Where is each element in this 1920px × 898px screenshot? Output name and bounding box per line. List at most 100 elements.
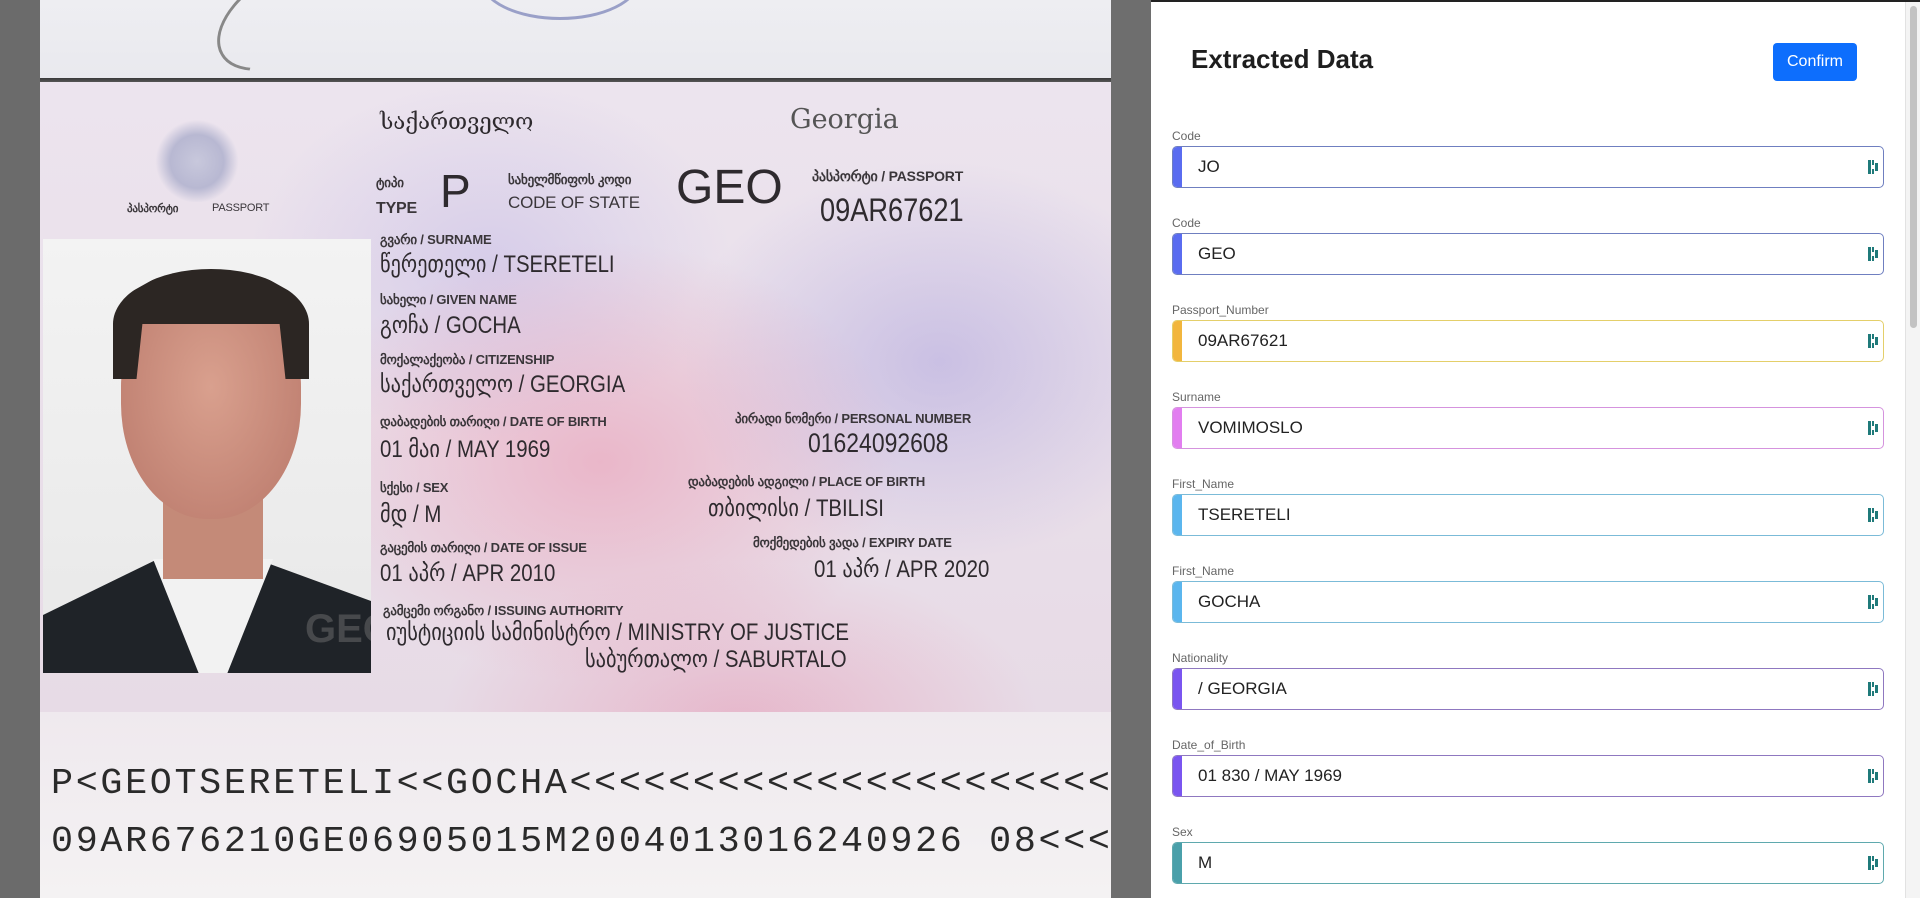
field-input[interactable]: 09AR67621 [1198, 321, 1838, 361]
field-color-bar [1173, 582, 1182, 622]
personal-number-label: პირადი ნომერი / PERSONAL NUMBER [735, 411, 972, 426]
given-name-label: სახელი / GIVEN NAME [380, 292, 517, 307]
field-input[interactable]: TSERETELI [1198, 495, 1838, 535]
sex-value: მდ / M [380, 501, 442, 528]
field-box: M [1172, 842, 1884, 884]
text-scan-icon[interactable] [1868, 508, 1878, 522]
field-first_name: First_Name TSERETELI [1172, 477, 1884, 536]
code-of-state-value: GEO [676, 161, 783, 214]
text-scan-icon[interactable] [1868, 856, 1878, 870]
field-date_of_birth: Date_of_Birth 01 830 / MAY 1969 [1172, 738, 1884, 797]
field-passport_number: Passport_Number 09AR67621 [1172, 303, 1884, 362]
surname-value: წერეთელი / TSERETELI [380, 251, 615, 278]
field-color-bar [1173, 756, 1182, 796]
field-box: VOMIMOSLO [1172, 407, 1884, 449]
text-scan-icon[interactable] [1868, 160, 1878, 174]
field-label: Code [1172, 216, 1201, 230]
viewer-gutter [1111, 0, 1151, 898]
field-input[interactable]: / GEORGIA [1198, 669, 1838, 709]
field-box: 01 830 / MAY 1969 [1172, 755, 1884, 797]
field-surname: Surname VOMIMOSLO [1172, 390, 1884, 449]
field-first_name: First_Name GOCHA [1172, 564, 1884, 623]
personal-number-value: 01624092608 [808, 428, 949, 458]
type-value: P [440, 165, 471, 217]
text-scan-icon[interactable] [1868, 682, 1878, 696]
mrz-line-1: P<GEOTSERETELI<<GOCHA<<<<<<<<<<<<<<<<<<<… [51, 763, 1111, 804]
code-label-ka: სახელმწიფოს კოდი [508, 172, 632, 187]
text-scan-icon[interactable] [1868, 334, 1878, 348]
type-label: TYPE [376, 200, 417, 217]
field-input[interactable]: GEO [1198, 234, 1838, 274]
mrz-zone [40, 712, 1111, 898]
field-box: JO [1172, 146, 1884, 188]
header-english: Georgia [790, 104, 899, 135]
field-label: First_Name [1172, 477, 1235, 491]
extracted-data-panel: Extracted Data Confirm Code JO Code GEO … [1151, 0, 1920, 898]
text-scan-icon[interactable] [1868, 421, 1878, 435]
emblem-label-en: PASSPORT [212, 202, 270, 214]
emblem-label-ka: პასპორტი [127, 203, 179, 215]
field-code: Code JO [1172, 129, 1884, 188]
issuing-authority-value: იუსტიციის სამინისტრო / MINISTRY OF JUSTI… [386, 619, 850, 646]
text-scan-icon[interactable] [1868, 595, 1878, 609]
field-box: 09AR67621 [1172, 320, 1884, 362]
field-box: GEO [1172, 233, 1884, 275]
issue-date-value: 01 აპრ / APR 2010 [380, 560, 556, 587]
expiry-date-label: მოქმედების ვადა / EXPIRY DATE [753, 535, 952, 550]
passport-number-value: 09AR67621 [820, 192, 964, 228]
field-color-bar [1173, 843, 1182, 883]
field-box: GOCHA [1172, 581, 1884, 623]
holder-photo: GEO [43, 239, 371, 673]
field-box: / GEORGIA [1172, 668, 1884, 710]
passport-image: პასპორტი PASSPORT საქართველო Georgia ტიპ… [40, 0, 1111, 898]
signature [198, 0, 382, 94]
field-label: Surname [1172, 390, 1221, 404]
field-sex: Sex M [1172, 825, 1884, 884]
type-label-ka: ტიპი [376, 175, 404, 190]
field-input[interactable]: M [1198, 843, 1838, 883]
field-input[interactable]: 01 830 / MAY 1969 [1198, 756, 1838, 796]
header-georgian: საქართველო [380, 110, 534, 135]
issuing-authority-label: გამცემი ორგანო / ISSUING AUTHORITY [383, 603, 624, 618]
place-of-birth-label: დაბადების ადგილი / PLACE OF BIRTH [688, 474, 926, 489]
issuing-authority-district: საბურთალო / SABURTALO [585, 646, 847, 673]
field-box: TSERETELI [1172, 494, 1884, 536]
field-color-bar [1173, 147, 1182, 187]
dob-label: დაბადების თარიღი / DATE OF BIRTH [380, 414, 607, 429]
scrollbar[interactable] [1905, 2, 1920, 898]
field-color-bar [1173, 495, 1182, 535]
citizenship-value: საქართველო / GEORGIA [380, 371, 626, 398]
dob-value: 01 მაი / MAY 1969 [380, 436, 551, 463]
text-scan-icon[interactable] [1868, 247, 1878, 261]
code-of-state-label: CODE OF STATE [508, 193, 640, 212]
mrz-line-2: 09AR676210GE06905015M2004013016240926 08… [51, 821, 1111, 862]
citizenship-label: მოქალაქეობა / CITIZENSHIP [380, 352, 555, 367]
field-color-bar [1173, 669, 1182, 709]
field-code: Code GEO [1172, 216, 1884, 275]
issue-date-label: გაცემის თარიღი / DATE OF ISSUE [380, 540, 587, 555]
field-label: Nationality [1172, 651, 1229, 665]
field-label: Sex [1172, 825, 1193, 839]
field-input[interactable]: JO [1198, 147, 1838, 187]
field-label: Code [1172, 129, 1201, 143]
panel-title: Extracted Data [1191, 44, 1374, 74]
scrollbar-thumb[interactable] [1910, 6, 1917, 328]
field-label: First_Name [1172, 564, 1235, 578]
stamp [480, 0, 640, 20]
passport-number-label: პასპორტი / PASSPORT [812, 168, 964, 184]
given-name-value: გოჩა / GOCHA [380, 312, 521, 339]
coat-of-arms-icon [152, 112, 242, 202]
field-input[interactable]: VOMIMOSLO [1198, 408, 1838, 448]
field-color-bar [1173, 321, 1182, 361]
field-color-bar [1173, 234, 1182, 274]
field-label: Date_of_Birth [1172, 738, 1246, 752]
field-nationality: Nationality / GEORGIA [1172, 651, 1884, 710]
expiry-date-value: 01 აპრ / APR 2020 [814, 556, 990, 583]
field-color-bar [1173, 408, 1182, 448]
place-of-birth-value: თბილისი / TBILISI [708, 495, 884, 522]
text-scan-icon[interactable] [1868, 769, 1878, 783]
confirm-button[interactable]: Confirm [1773, 43, 1857, 81]
photo-watermark: GEO [305, 607, 371, 651]
field-input[interactable]: GOCHA [1198, 582, 1838, 622]
surname-label: გვარი / SURNAME [380, 232, 492, 247]
